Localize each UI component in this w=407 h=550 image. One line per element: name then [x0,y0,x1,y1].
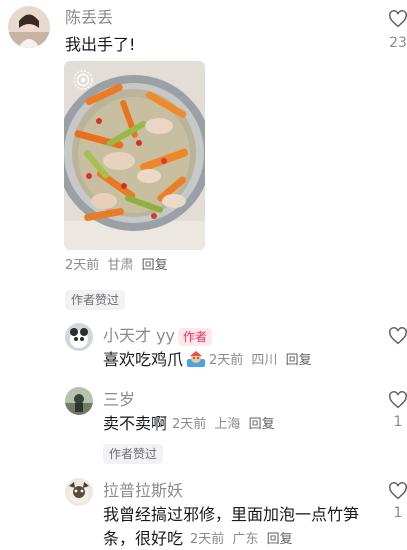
reply-button[interactable]: 回复 [286,353,312,368]
comment-username[interactable]: 陈丢丢 [65,8,113,28]
comment-text: 卖不卖啊 [103,414,168,433]
comment-image[interactable] [64,61,205,250]
author-tag: 作者 [178,328,213,346]
heart-outline-icon[interactable] [388,10,407,28]
comment-meta: 2天前 广东 回复 [190,531,293,549]
author-liked-badge: 作者赞过 [65,290,126,310]
comment-text: 我曾经搞过邪修，里面加泡一点竹笋 [103,505,360,524]
comment-meta: 2天前 甘肃 回复 [65,257,168,275]
comment-text: 我出手了! [65,35,136,54]
avatar[interactable] [65,478,93,506]
comment-location: 上海 [214,417,241,432]
reply-button[interactable]: 回复 [267,532,293,547]
like-count: 23 [389,35,407,51]
emoji-sticker-icon [185,350,207,374]
comment-username[interactable]: 三岁 [103,390,135,410]
comment-time: 2天前 [209,353,244,368]
like-count: 1 [393,505,403,521]
reply-button[interactable]: 回复 [142,258,168,273]
comment-meta: 2天前 上海 回复 [172,416,275,434]
comment-location: 广东 [232,532,259,547]
comment-text-body: 喜欢吃鸡爪 [103,350,184,369]
heart-outline-icon[interactable] [388,391,407,409]
comment-text: 喜欢吃鸡爪 [103,349,207,374]
reply-button[interactable]: 回复 [249,417,275,432]
avatar[interactable] [65,323,93,351]
live-photo-icon [72,69,94,91]
comment-text-line2: 条，很好吃 [103,529,184,548]
heart-outline-icon[interactable] [388,327,407,345]
comment-location: 四川 [251,353,278,368]
comment-text-continued: 条，很好吃 [103,528,183,550]
avatar[interactable] [65,387,93,415]
comment-username[interactable]: 小天才 yy [103,326,175,346]
comment-username[interactable]: 拉普拉斯妖 [103,481,183,501]
avatar[interactable] [8,6,50,48]
comment-meta: 2天前 四川 回复 [209,352,312,370]
author-liked-badge: 作者赞过 [103,444,164,464]
comment-time: 2天前 [190,532,225,547]
comment-location: 甘肃 [107,258,134,273]
comment-time: 2天前 [65,258,100,273]
like-count: 1 [393,414,403,430]
heart-outline-icon[interactable] [388,482,407,500]
comment-time: 2天前 [172,417,207,432]
